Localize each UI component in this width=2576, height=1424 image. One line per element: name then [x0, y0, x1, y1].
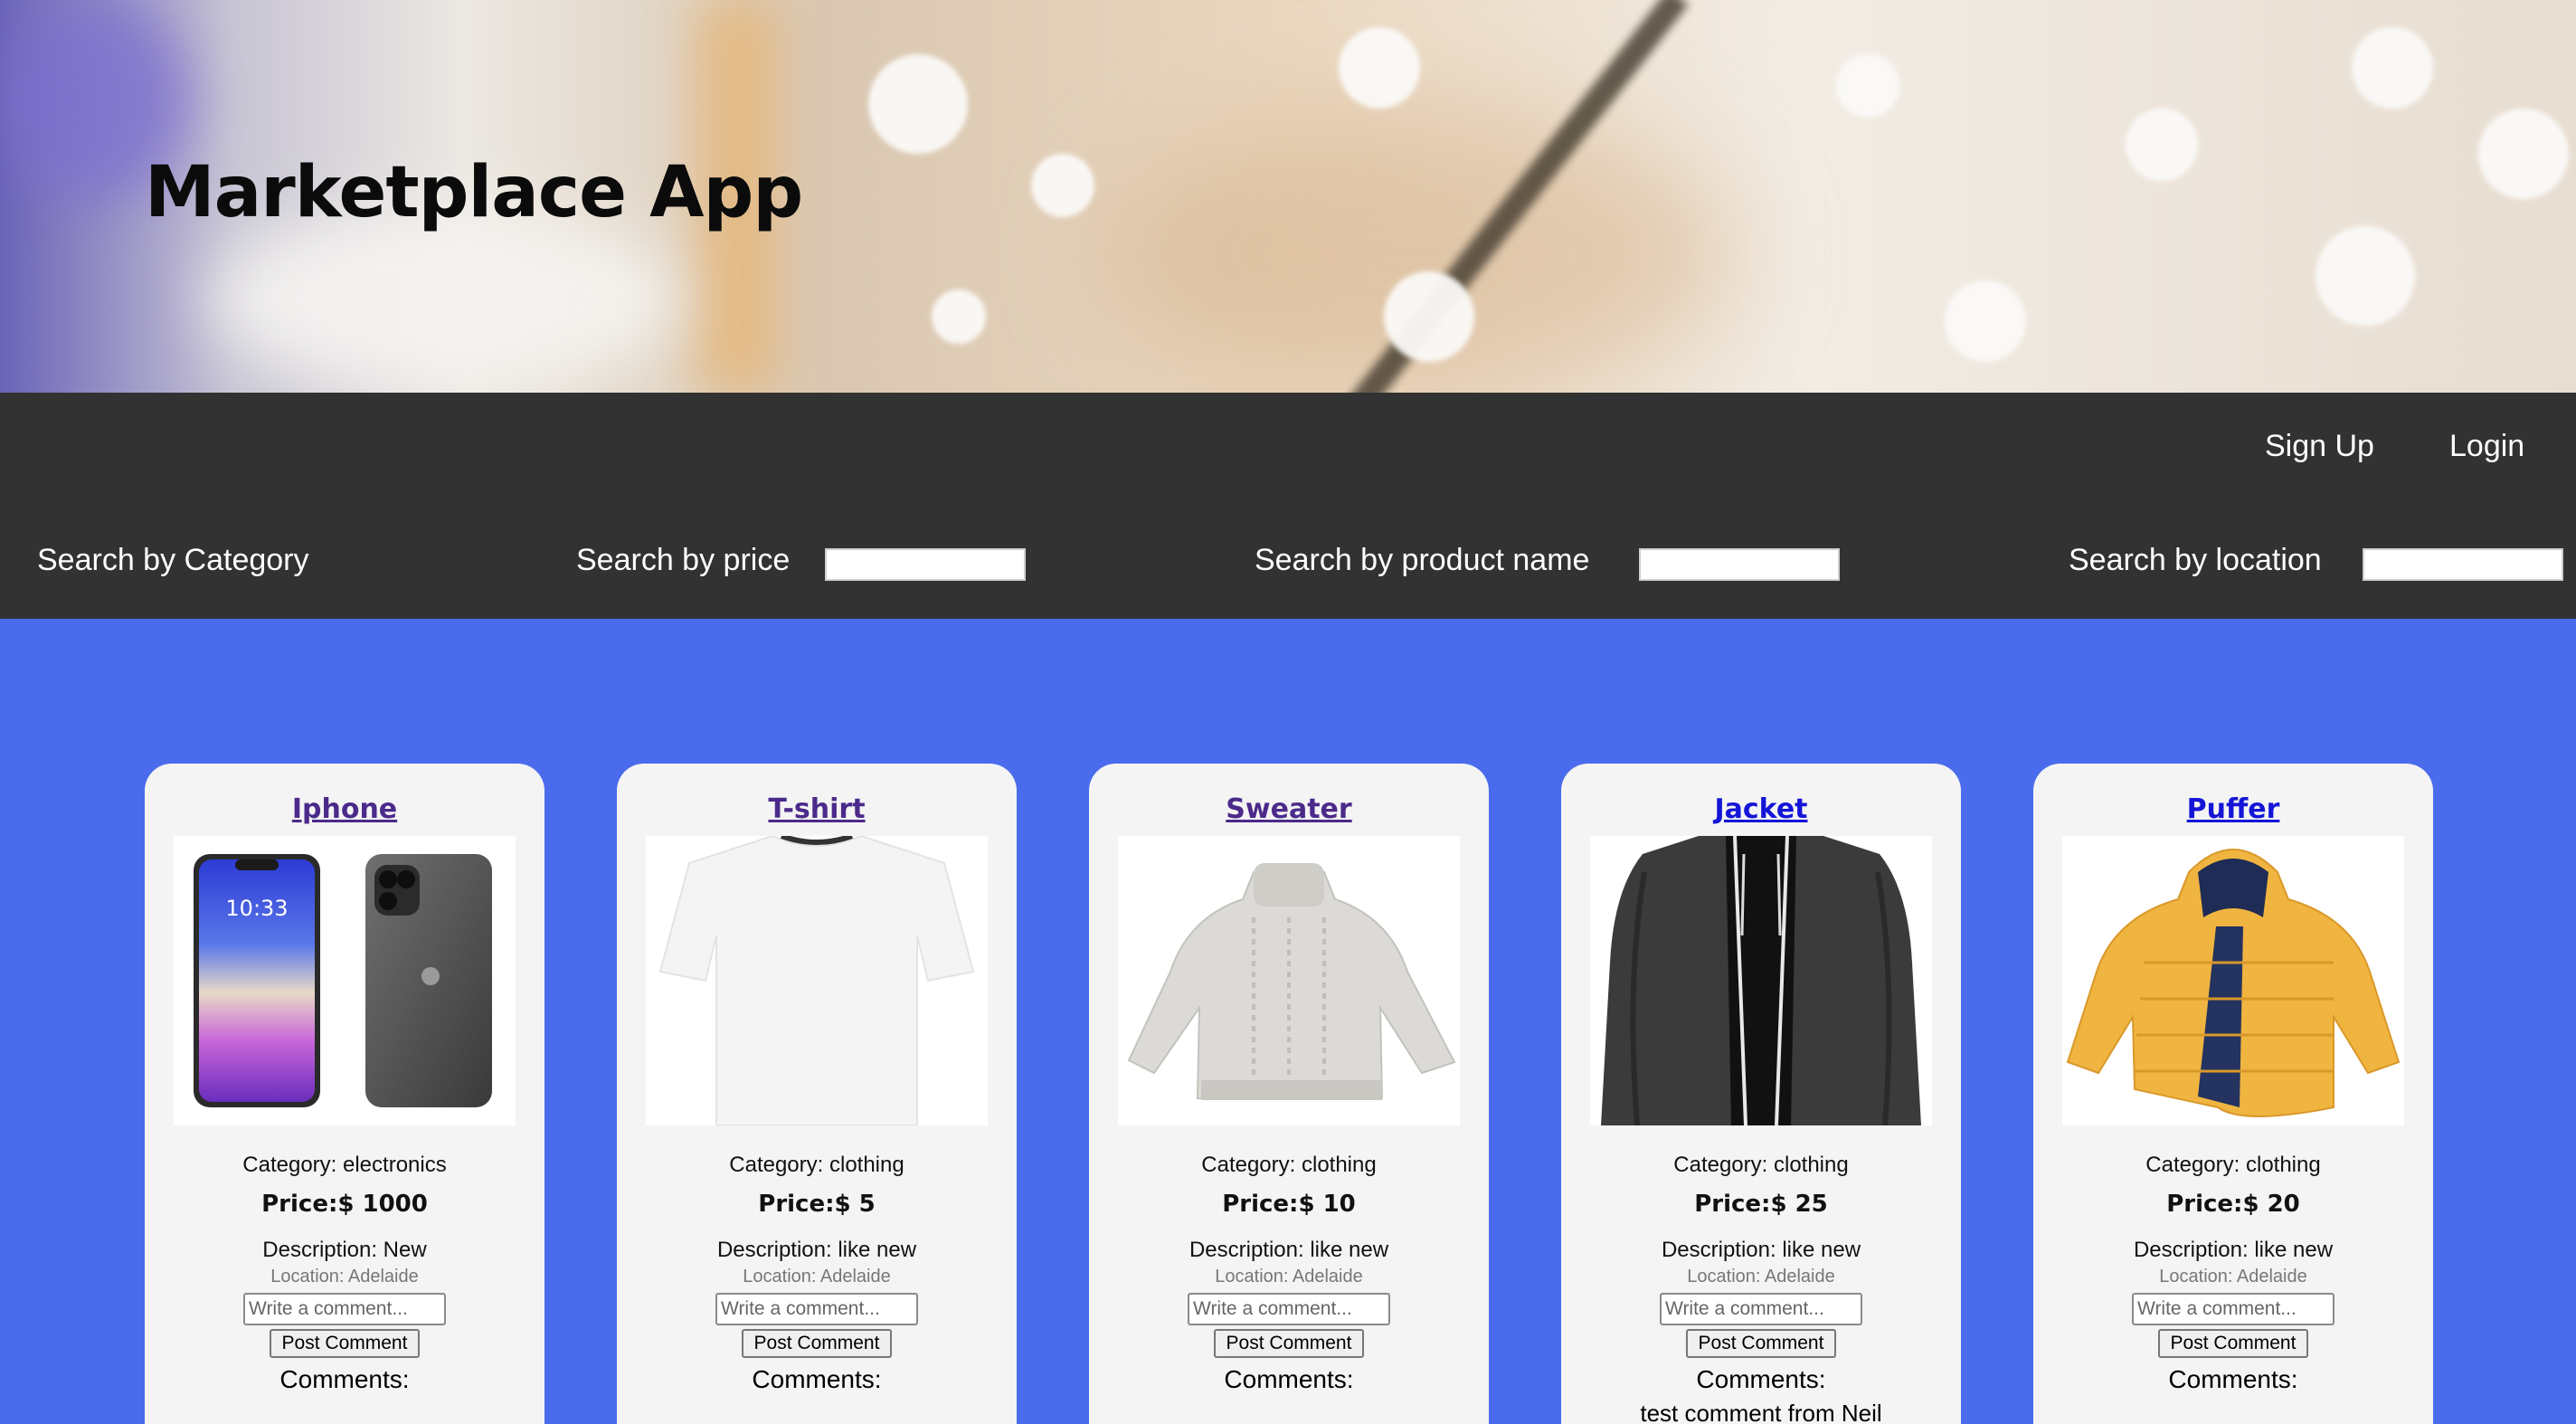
product-title-link[interactable]: Puffer — [2033, 796, 2433, 823]
hero-bokeh — [2478, 109, 2569, 199]
search-name-label: Search by product name — [1255, 543, 1590, 577]
product-price: Price:$ 10 — [1222, 1191, 1356, 1218]
sweater-image — [1118, 836, 1460, 1125]
product-description: Description: New — [262, 1238, 427, 1262]
product-card: Iphone 10:33 Category: electronics Price… — [145, 764, 545, 1424]
hero-banner: Marketplace App — [0, 0, 2576, 393]
post-comment-button[interactable]: Post Comment — [270, 1329, 420, 1358]
hero-bokeh — [208, 208, 678, 389]
product-price: Price:$ 5 — [758, 1191, 876, 1218]
product-price: Price:$ 20 — [2166, 1191, 2300, 1218]
comment-input[interactable] — [243, 1293, 446, 1325]
hero-bokeh — [1339, 27, 1420, 109]
product-description: Description: like new — [1661, 1238, 1861, 1262]
product-category: Category: electronics — [242, 1153, 447, 1177]
hero-bokeh — [932, 290, 986, 344]
product-location: Location: Adelaide — [270, 1267, 419, 1286]
product-price: Price:$ 25 — [1694, 1191, 1828, 1218]
comment-input[interactable] — [2132, 1293, 2334, 1325]
post-comment-button[interactable]: Post Comment — [1686, 1329, 1836, 1358]
product-card: T-shirt Category: clothing Price:$ 5 Des… — [617, 764, 1017, 1424]
puffer-image — [2062, 836, 2404, 1125]
product-location: Location: Adelaide — [1687, 1267, 1835, 1286]
product-title-link[interactable]: T-shirt — [617, 796, 1017, 823]
search-location-label: Search by location — [2069, 543, 2322, 577]
product-description: Description: like new — [716, 1238, 917, 1262]
search-price-input[interactable] — [825, 548, 1026, 581]
product-card: Sweater Category: clothing Price:$ 10 De… — [1089, 764, 1489, 1424]
product-card: Puffer Category: clothing Price:$ 20 Des… — [2033, 764, 2433, 1424]
product-description: Description: like new — [1189, 1238, 1389, 1262]
product-category: Category: clothing — [729, 1153, 904, 1177]
hero-bokeh — [2126, 109, 2198, 181]
search-name-input[interactable] — [1639, 548, 1840, 581]
product-card: Jacket Category: clothing Price:$ 25 Des… — [1561, 764, 1961, 1424]
hero-bokeh — [2352, 27, 2433, 109]
hero-bokeh — [1836, 54, 1899, 118]
login-link[interactable]: Login — [2449, 429, 2524, 464]
comments-label: Comments: — [2168, 1365, 2298, 1393]
comments-label: Comments: — [279, 1365, 410, 1393]
jacket-image — [1590, 836, 1932, 1125]
comments-label: Comments: — [752, 1365, 882, 1393]
search-price-label: Search by price — [576, 543, 791, 577]
hero-bokeh — [1031, 154, 1094, 217]
product-price: Price:$ 1000 — [261, 1191, 428, 1218]
product-title-link[interactable]: Iphone — [145, 796, 545, 823]
svg-text:10:33: 10:33 — [225, 896, 288, 921]
hero-bokeh — [1384, 271, 1474, 362]
hero-bokeh — [1945, 280, 2026, 362]
product-title-link[interactable]: Jacket — [1561, 796, 1961, 823]
signup-link[interactable]: Sign Up — [2265, 429, 2374, 464]
app-title: Marketplace App — [145, 152, 803, 233]
search-location-input[interactable] — [2363, 548, 2563, 581]
hero-bokeh — [2316, 226, 2415, 326]
iphone-image: 10:33 — [174, 836, 516, 1125]
comments-label: Comments: — [1696, 1365, 1826, 1393]
comment-input[interactable] — [1660, 1293, 1862, 1325]
product-location: Location: Adelaide — [1215, 1267, 1363, 1286]
product-description: Description: like new — [2133, 1238, 2334, 1262]
post-comment-button[interactable]: Post Comment — [2158, 1329, 2308, 1358]
hero-bokeh — [868, 54, 968, 154]
product-title-link[interactable]: Sweater — [1089, 796, 1489, 823]
post-comment-button[interactable]: Post Comment — [742, 1329, 892, 1358]
product-category: Category: clothing — [2145, 1153, 2321, 1177]
product-category: Category: clothing — [1673, 1153, 1849, 1177]
comment-input[interactable] — [1188, 1293, 1390, 1325]
navbar: Sign Up Login Search by Category Search … — [0, 393, 2576, 619]
product-location: Location: Adelaide — [743, 1267, 891, 1286]
comment-input[interactable] — [715, 1293, 918, 1325]
product-category: Category: clothing — [1201, 1153, 1377, 1177]
product-location: Location: Adelaide — [2159, 1267, 2307, 1286]
post-comment-button[interactable]: Post Comment — [1214, 1329, 1364, 1358]
comments-label: Comments: — [1224, 1365, 1354, 1393]
product-grid: Iphone 10:33 Category: electronics Price… — [0, 619, 2576, 1424]
search-category-label: Search by Category — [37, 543, 309, 577]
tshirt-image — [646, 836, 988, 1125]
comment-text: test comment from Neil — [1640, 1400, 1882, 1424]
